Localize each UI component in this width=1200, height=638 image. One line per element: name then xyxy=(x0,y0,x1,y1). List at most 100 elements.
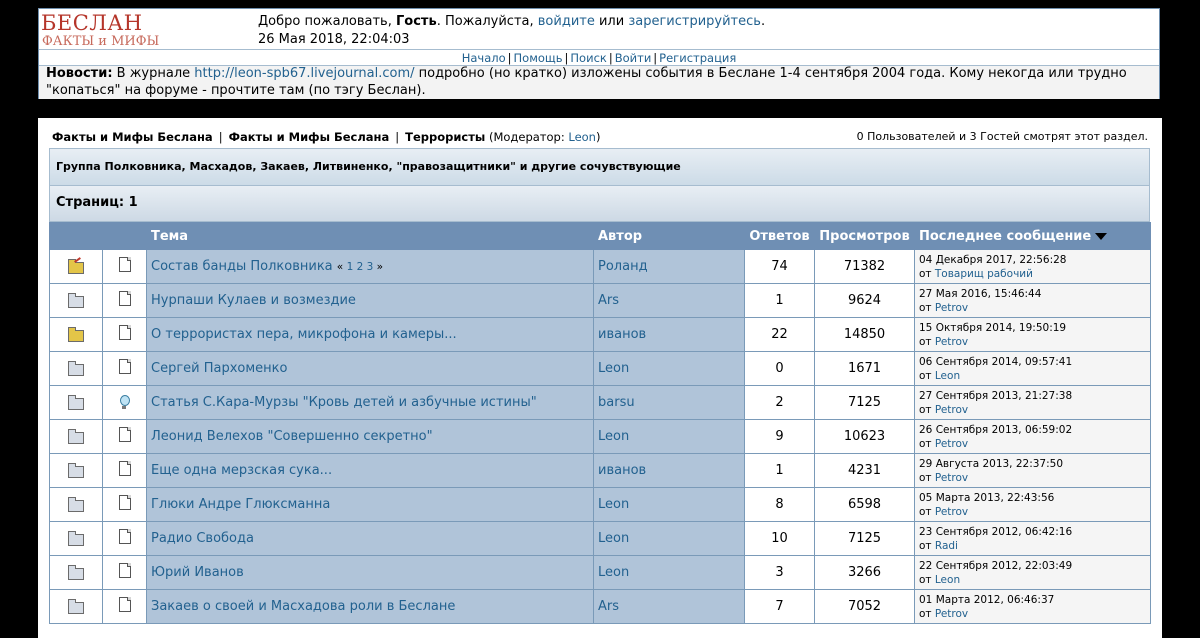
topic-row[interactable]: Глюки Андре Глюксманна Leon 8 6598 05 Марта … xyxy=(49,487,1151,522)
topic-row[interactable]: Статья С.Кара-Мурзы "Кровь детей и азбуч… xyxy=(49,385,1151,420)
topic-author-link[interactable]: иванов xyxy=(598,327,646,342)
header-views[interactable]: Просмотров xyxy=(814,222,915,250)
topic-subject-link[interactable]: Юрий Иванов xyxy=(151,565,244,580)
last-post-user-link[interactable]: Товарищ рабочий xyxy=(935,268,1033,280)
document-icon xyxy=(118,495,131,510)
login-link[interactable]: войдите xyxy=(538,14,595,29)
nav-separator: | xyxy=(653,51,658,65)
news-bar: Новости: В журнале http://leon-spb67.liv… xyxy=(39,66,1159,99)
sort-desc-icon[interactable] xyxy=(1095,232,1108,240)
last-post-user-link[interactable]: Petrov xyxy=(935,506,968,518)
topic-subject-link[interactable]: Нурпаши Кулаев и возмездие xyxy=(151,293,356,308)
document-icon xyxy=(118,563,131,578)
nav-home[interactable]: Начало xyxy=(462,51,506,65)
topic-table: Тема Автор Ответов Просмотров Последнее … xyxy=(49,222,1151,624)
topic-author-link[interactable]: barsu xyxy=(598,395,635,410)
news-journal-link[interactable]: http://leon-spb67.livejournal.com/ xyxy=(194,66,414,81)
topic-last-post-cell: 26 Сентября 2013, 06:59:02 от Petrov xyxy=(914,419,1151,454)
topic-page-link[interactable]: 1 xyxy=(347,261,354,273)
last-post-by: от Petrov xyxy=(919,403,1146,417)
topic-subject-link[interactable]: Закаев о своей и Масхадова роли в Беслан… xyxy=(151,599,455,614)
breadcrumb-forum[interactable]: Факты и Мифы Беслана xyxy=(52,130,213,144)
breadcrumb-category[interactable]: Факты и Мифы Беслана xyxy=(229,130,390,144)
welcome-or: или xyxy=(594,14,629,29)
logo-subtitle: ФАКТЫ и МИФЫ xyxy=(42,34,160,49)
topic-subject-link[interactable]: О террористах пера, микрофона и камеры..… xyxy=(151,327,457,342)
header-last-post[interactable]: Последнее сообщение xyxy=(914,222,1151,250)
nav-separator: | xyxy=(507,51,512,65)
site-logo[interactable]: БЕСЛАН ФАКТЫ и МИФЫ xyxy=(41,11,166,51)
folder-icon xyxy=(68,598,84,614)
nav-search[interactable]: Поиск xyxy=(570,51,606,65)
topic-status-cell xyxy=(49,521,103,556)
folder-icon xyxy=(68,530,84,546)
last-post-by-prefix: от xyxy=(919,369,935,382)
topic-row[interactable]: О террористах пера, микрофона и камеры..… xyxy=(49,317,1151,352)
last-post-user-link[interactable]: Radi xyxy=(935,540,958,552)
topic-status-cell xyxy=(49,385,103,420)
topic-subject-link[interactable]: Сергей Пархоменко xyxy=(151,361,288,376)
last-post-user-link[interactable]: Leon xyxy=(935,574,960,586)
topic-subject-link[interactable]: Леонид Велехов "Совершенно секретно" xyxy=(151,429,433,444)
topic-author-link[interactable]: Ars xyxy=(598,599,619,614)
last-post-user-link[interactable]: Petrov xyxy=(935,336,968,348)
topic-last-post-cell: 15 Октября 2014, 19:50:19 от Petrov xyxy=(914,317,1151,352)
register-link[interactable]: зарегистрируйтесь xyxy=(628,14,761,29)
topic-row[interactable]: Юрий Иванов Leon 3 3266 22 Сентября 2012, 22… xyxy=(49,555,1151,590)
topic-row[interactable]: Сергей Пархоменко Leon 0 1671 06 Сентября 20… xyxy=(49,351,1151,386)
nav-login[interactable]: Войти xyxy=(615,51,652,65)
moderator-link[interactable]: Leon xyxy=(568,130,596,144)
topic-author-cell: иванов xyxy=(593,317,745,352)
board-description: Группа Полковника, Масхадов, Закаев, Лит… xyxy=(49,148,1150,186)
topic-subject-link[interactable]: Глюки Андре Глюксманна xyxy=(151,497,330,512)
topic-replies: 7 xyxy=(744,589,815,624)
folder-icon xyxy=(68,564,84,580)
topic-replies: 9 xyxy=(744,419,815,454)
topic-subject-link[interactable]: Еще одна мерзская сука... xyxy=(151,463,332,478)
topic-last-post-cell: 27 Сентября 2013, 21:27:38 от Petrov xyxy=(914,385,1151,420)
topic-page-link[interactable]: 3 xyxy=(367,261,374,273)
last-post-user-link[interactable]: Petrov xyxy=(935,608,968,620)
topic-status-cell xyxy=(49,283,103,318)
last-post-user-link[interactable]: Petrov xyxy=(935,404,968,416)
topic-subject-cell: Нурпаши Кулаев и возмездие xyxy=(146,283,594,318)
topic-subject-cell: Еще одна мерзская сука... xyxy=(146,453,594,488)
header-subject[interactable]: Тема xyxy=(146,222,594,250)
last-post-by-prefix: от xyxy=(919,471,935,484)
nav-help[interactable]: Помощь xyxy=(514,51,563,65)
topic-author-link[interactable]: Leon xyxy=(598,531,629,546)
topic-subject-link[interactable]: Состав банды Полковника xyxy=(151,259,333,274)
header-author[interactable]: Автор xyxy=(593,222,745,250)
last-post-by-prefix: от xyxy=(919,403,935,416)
topic-author-link[interactable]: Leon xyxy=(598,361,629,376)
current-datetime: 26 Мая 2018, 22:04:03 xyxy=(258,32,410,47)
topic-author-link[interactable]: иванов xyxy=(598,463,646,478)
topic-row[interactable]: Состав банды Полковника « 1 2 3 » Роланд 7… xyxy=(49,249,1151,284)
nav-register[interactable]: Регистрация xyxy=(659,51,736,65)
header-replies[interactable]: Ответов xyxy=(744,222,815,250)
breadcrumb-board[interactable]: Террористы xyxy=(405,130,485,144)
topic-author-link[interactable]: Leon xyxy=(598,565,629,580)
topic-author-cell: иванов xyxy=(593,453,745,488)
topic-page-link[interactable]: 2 xyxy=(357,261,364,273)
document-icon xyxy=(118,529,131,544)
topic-views: 71382 xyxy=(814,249,915,284)
topic-author-link[interactable]: Ars xyxy=(598,293,619,308)
topic-row[interactable]: Радио Свобода Leon 10 7125 23 Сентября 2012,… xyxy=(49,521,1151,556)
topic-row[interactable]: Нурпаши Кулаев и возмездие Ars 1 9624 27 Мая… xyxy=(49,283,1151,318)
topic-subject-link[interactable]: Статья С.Кара-Мурзы "Кровь детей и азбуч… xyxy=(151,395,537,410)
topic-author-link[interactable]: Leon xyxy=(598,429,629,444)
topic-author-link[interactable]: Роланд xyxy=(598,259,648,274)
topic-subject-link[interactable]: Радио Свобода xyxy=(151,531,254,546)
last-post-user-link[interactable]: Petrov xyxy=(935,438,968,450)
topic-row[interactable]: Закаев о своей и Масхадова роли в Беслан… xyxy=(49,589,1151,624)
topic-row[interactable]: Леонид Велехов "Совершенно секретно" Leon… xyxy=(49,419,1151,454)
topic-author-cell: barsu xyxy=(593,385,745,420)
last-post-user-link[interactable]: Petrov xyxy=(935,302,968,314)
topic-row[interactable]: Еще одна мерзская сука... иванов 1 4231 29 А… xyxy=(49,453,1151,488)
last-post-user-link[interactable]: Leon xyxy=(935,370,960,382)
topic-author-link[interactable]: Leon xyxy=(598,497,629,512)
last-post-user-link[interactable]: Petrov xyxy=(935,472,968,484)
topic-status-cell xyxy=(49,249,103,284)
topic-icon-cell xyxy=(102,589,147,624)
